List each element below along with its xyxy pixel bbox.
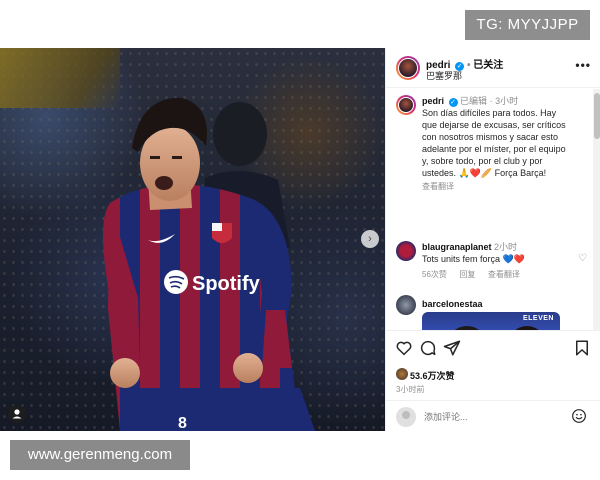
current-user-avatar	[396, 407, 416, 427]
caption-username[interactable]: pedri	[422, 96, 444, 106]
user-tag-icon	[12, 409, 22, 419]
comment-likes[interactable]: 56次赞	[422, 270, 447, 279]
comment-item: barcelonestaa	[422, 298, 483, 310]
watermark-top: TG: MYYJJPP	[465, 10, 590, 40]
caption-line: Son días difíciles para todos. Hay	[422, 108, 557, 118]
caption-line: ustedes. 🙏❤️🥖 Força Barça!	[422, 168, 547, 178]
comment-image-caption: ELEVEN	[522, 315, 554, 322]
caption-line: con nosotros mismos y sacar esto	[422, 132, 559, 142]
post-photo[interactable]: Spotify 8 ›	[0, 48, 385, 431]
caption-avatar[interactable]	[396, 95, 416, 115]
comment-username[interactable]: blaugranaplanet	[422, 242, 492, 252]
emoji-icon[interactable]	[571, 408, 587, 424]
comment-avatar[interactable]	[396, 241, 416, 261]
caption: pedri ✓ 已编辑 · 3小时 Son días difíciles par…	[422, 95, 590, 192]
likes-count[interactable]: 53.6万次赞	[410, 369, 455, 382]
author-avatar[interactable]	[396, 56, 420, 80]
sponsor-text: Spotify	[192, 273, 261, 295]
caption-translate-link[interactable]: 查看翻译	[422, 181, 590, 192]
add-comment-input[interactable]	[424, 410, 564, 424]
tagged-users-button[interactable]	[8, 405, 26, 423]
scrollbar-thumb[interactable]	[594, 93, 600, 139]
share-icon[interactable]	[443, 339, 461, 357]
liker-avatar[interactable]	[396, 368, 408, 380]
caption-line: que dejarse de excusas, ser críticos	[422, 120, 566, 130]
more-options-icon[interactable]: •••	[575, 58, 591, 72]
comment-like-heart-icon[interactable]: ♡	[578, 253, 587, 264]
post-details-panel: pedri ✓ • 已关注 巴塞罗那 ••• pedri ✓ 已编辑 · 3小时…	[385, 48, 600, 431]
next-image-button[interactable]: ›	[361, 230, 379, 248]
svg-text:8: 8	[178, 415, 187, 431]
comment-icon[interactable]	[419, 339, 437, 357]
player-illustration: Spotify 8	[102, 97, 315, 431]
caption-line: adelante por el míster, por el equipo	[422, 144, 566, 154]
comment-avatar[interactable]	[396, 295, 416, 315]
watermark-bottom: www.gerenmeng.com	[10, 440, 190, 470]
add-comment-row	[386, 400, 600, 432]
caption-line: y, sobre todo, por el club y por	[422, 156, 543, 166]
instagram-post-page: TG: MYYJJPP Spotify 8 › pedri ✓ • 已关注 巴塞…	[0, 0, 600, 480]
post-time[interactable]: 3小时前	[396, 384, 424, 395]
comment-translate-link[interactable]: 查看翻译	[488, 270, 520, 279]
comments-scrollbar[interactable]	[593, 89, 600, 330]
post-actions: 53.6万次赞 3小时前	[386, 330, 600, 431]
comment-time: 2小时	[494, 242, 518, 252]
verified-icon: ✓	[448, 98, 458, 107]
comment-image[interactable]: ELEVEN	[422, 312, 560, 330]
edited-label: 已编辑	[460, 96, 488, 106]
comment-item: blaugranaplanet 2小时 Tots units fem força…	[422, 241, 572, 280]
bookmark-icon[interactable]	[573, 339, 591, 357]
comments-list[interactable]: pedri ✓ 已编辑 · 3小时 Son días difíciles par…	[386, 89, 600, 330]
comment-text: Tots units fem força 💙❤️	[422, 254, 525, 264]
comment-reply-button[interactable]: 回复	[459, 270, 475, 279]
follow-button[interactable]: 已关注	[473, 60, 503, 71]
comment-username[interactable]: barcelonestaa	[422, 299, 483, 309]
heart-icon[interactable]	[395, 339, 413, 357]
post-location[interactable]: 巴塞罗那	[426, 69, 462, 82]
post-card: Spotify 8 › pedri ✓ • 已关注 巴塞罗那 ••• pedri…	[0, 48, 600, 431]
post-header: pedri ✓ • 已关注 巴塞罗那 •••	[386, 48, 600, 88]
caption-time: 3小时	[495, 96, 519, 106]
